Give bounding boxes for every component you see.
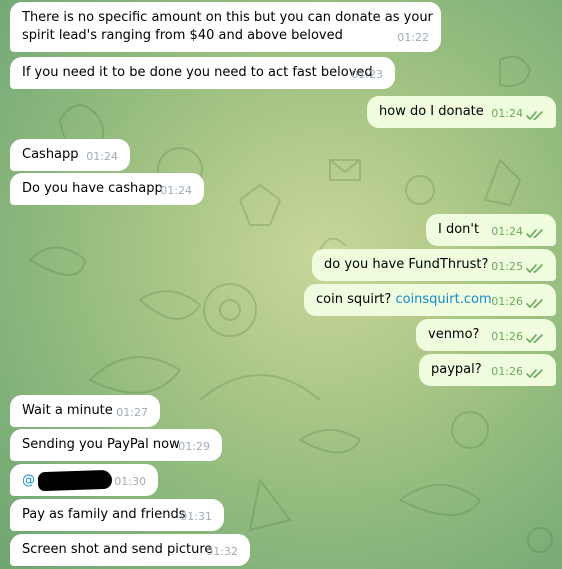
message-bubble-outgoing[interactable]: paypal? 01:26 <box>419 354 556 386</box>
chat-window[interactable]: There is no specific amount on this but … <box>0 0 562 569</box>
message-bubble-outgoing[interactable]: coin squirt? coinsquirt.com 01:26 <box>304 284 556 316</box>
double-check-icon <box>526 111 543 120</box>
message-text: There is no specific amount on this but … <box>22 10 433 25</box>
message-text: Pay as family and friends <box>22 507 186 522</box>
message-time: 01:26 <box>491 330 523 343</box>
message-time: 01:24 <box>491 107 523 120</box>
message-time: 01:23 <box>351 68 383 81</box>
message-time: 01:30 <box>114 475 146 488</box>
message-bubble-incoming[interactable]: Cashapp 01:24 <box>10 139 130 171</box>
double-check-icon <box>526 229 543 238</box>
message-text: paypal? <box>431 362 482 377</box>
message-text: If you need it to be done you need to ac… <box>22 65 373 80</box>
message-text: coin squirt? <box>316 292 392 307</box>
message-time: 01:24 <box>491 225 523 238</box>
message-bubble-incoming[interactable]: Screen shot and send picture 01:32 <box>10 534 250 566</box>
message-bubble-incoming[interactable]: @ 01:30 <box>10 464 158 496</box>
message-text: spirit lead's ranging from $40 and above… <box>22 28 343 43</box>
message-text: Sending you PayPal now <box>22 437 180 452</box>
message-bubble-outgoing[interactable]: venmo? 01:26 <box>416 319 556 351</box>
message-time: 01:26 <box>491 295 523 308</box>
message-bubble-outgoing[interactable]: I don't 01:24 <box>426 214 556 246</box>
double-check-icon <box>526 264 543 273</box>
message-time: 01:31 <box>180 510 212 523</box>
double-check-icon <box>526 299 543 308</box>
message-text: Cashapp <box>22 147 79 162</box>
message-bubble-incoming[interactable]: Pay as family and friends 01:31 <box>10 499 224 531</box>
double-check-icon <box>526 334 543 343</box>
double-check-icon <box>526 369 543 378</box>
message-time: 01:29 <box>178 440 210 453</box>
message-mention[interactable]: @ <box>22 473 35 488</box>
message-text: Wait a minute <box>22 403 113 418</box>
message-time: 01:27 <box>116 406 148 419</box>
message-time: 01:22 <box>397 31 429 44</box>
message-time: 01:25 <box>491 260 523 273</box>
message-text: venmo? <box>428 327 480 342</box>
message-time: 01:24 <box>160 184 192 197</box>
message-bubble-outgoing[interactable]: do you have FundThrust? 01:25 <box>312 249 556 281</box>
message-text: do you have FundThrust? <box>324 257 489 272</box>
message-link[interactable]: coinsquirt.com <box>395 292 491 307</box>
message-bubble-incoming[interactable]: There is no specific amount on this but … <box>10 2 441 52</box>
message-bubble-incoming[interactable]: Sending you PayPal now 01:29 <box>10 429 222 461</box>
message-text: Do you have cashapp <box>22 181 163 196</box>
message-text: I don't <box>438 222 480 237</box>
message-text: Screen shot and send picture <box>22 542 213 557</box>
message-bubble-incoming[interactable]: Do you have cashapp 01:24 <box>10 173 204 205</box>
redaction-mark <box>37 469 113 492</box>
message-bubble-incoming[interactable]: Wait a minute 01:27 <box>10 395 160 427</box>
message-time: 01:24 <box>86 150 118 163</box>
message-time: 01:26 <box>491 365 523 378</box>
message-text: how do I donate <box>379 104 484 119</box>
message-bubble-incoming[interactable]: If you need it to be done you need to ac… <box>10 57 395 89</box>
message-time: 01:32 <box>206 545 238 558</box>
message-bubble-outgoing[interactable]: how do I donate 01:24 <box>367 96 556 128</box>
